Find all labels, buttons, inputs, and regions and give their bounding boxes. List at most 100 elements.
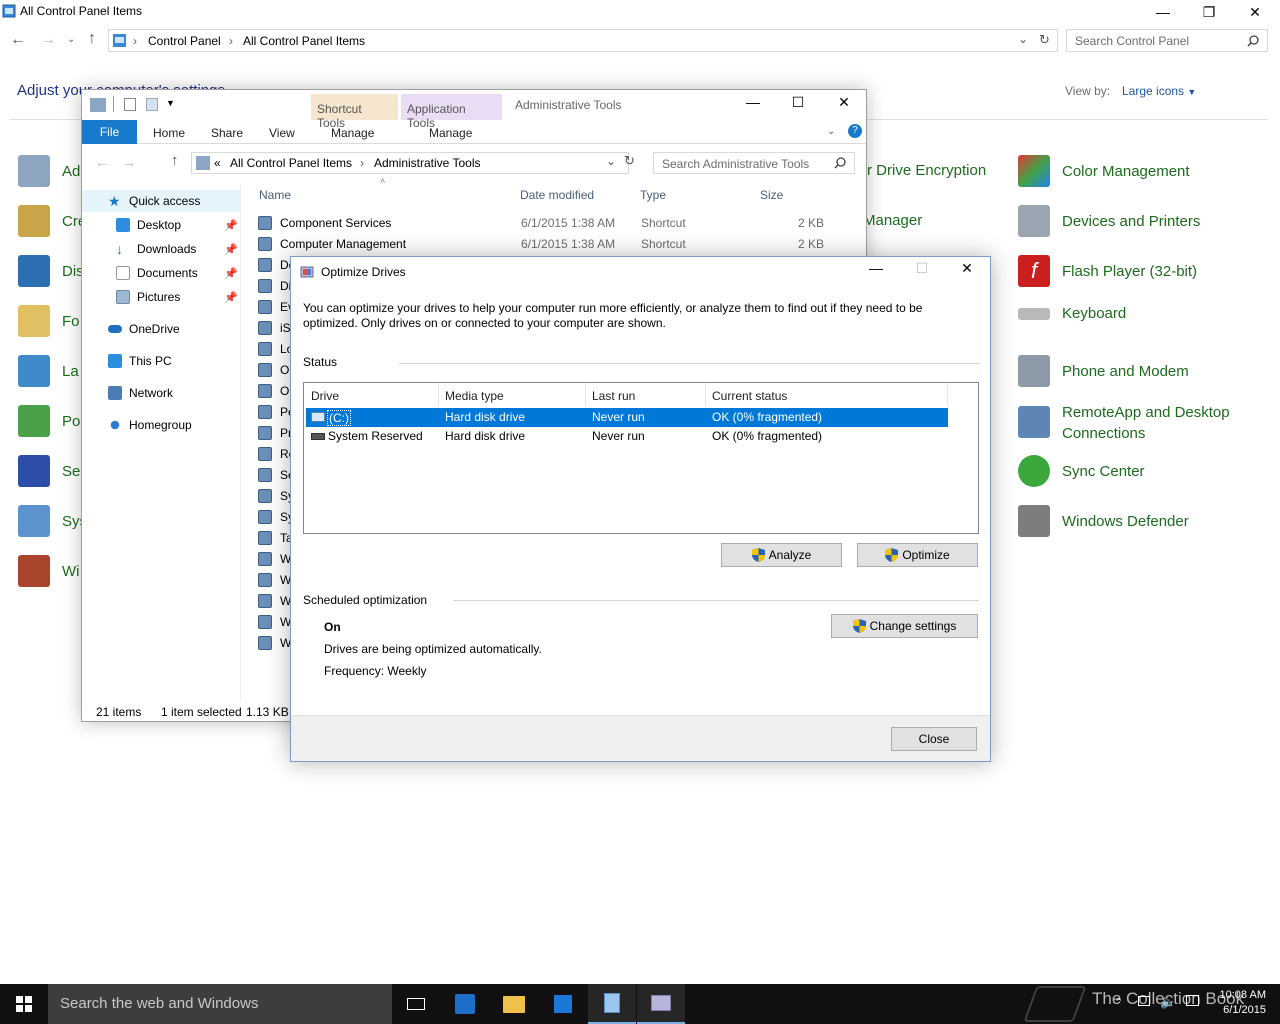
cp-item-keyboard[interactable]: Keyboard	[1018, 305, 1126, 322]
column-header-last-run[interactable]: Last run	[592, 389, 635, 403]
column-header-name[interactable]: Name	[259, 188, 291, 202]
back-arrow-icon[interactable]: ←	[95, 154, 109, 170]
change-settings-button[interactable]: Change settings	[831, 614, 978, 638]
cp-item-flash-player[interactable]: f Flash Player (32-bit)	[1018, 255, 1197, 287]
tab-manage-shortcut[interactable]: Manage	[331, 126, 374, 140]
minimize-button[interactable]: —	[853, 257, 899, 279]
column-separator[interactable]	[705, 383, 706, 406]
help-icon[interactable]: ?	[848, 124, 862, 138]
cp-item-power[interactable]: Po	[18, 405, 80, 437]
cp-item-phone-modem[interactable]: Phone and Modem	[1018, 355, 1189, 387]
nav-desktop[interactable]: Desktop 📌	[82, 214, 240, 236]
file-row[interactable]: Component Services 6/1/2015 1:38 AM Shortc…	[258, 213, 838, 233]
clock[interactable]: 10:08 AM 6/1/2015	[1206, 988, 1266, 1018]
properties-icon[interactable]	[124, 98, 136, 111]
volume-icon[interactable]: 🔈	[1160, 994, 1176, 1010]
close-button[interactable]: ✕	[821, 90, 867, 114]
tab-manage-application[interactable]: Manage	[429, 126, 472, 140]
nav-network[interactable]: Network	[82, 382, 240, 404]
cp-item-system[interactable]: Sys	[18, 505, 87, 537]
nav-quick-access[interactable]: ★ Quick access	[82, 190, 240, 212]
view-by-dropdown[interactable]: Large icons ▼	[1122, 84, 1196, 98]
taskbar-edge[interactable]	[441, 984, 489, 1024]
tab-file[interactable]: File	[82, 120, 137, 144]
close-button[interactable]: ✕	[1232, 0, 1278, 24]
column-header-media-type[interactable]: Media type	[445, 389, 504, 403]
taskbar-file-explorer[interactable]	[490, 984, 538, 1024]
breadcrumb-admin-tools[interactable]: Administrative Tools	[374, 156, 481, 170]
new-folder-icon[interactable]	[146, 98, 158, 111]
maximize-button[interactable]: ☐	[775, 90, 821, 114]
address-bar[interactable]: « All Control Panel Items › Administrati…	[191, 152, 629, 174]
taskbar-store[interactable]	[539, 984, 587, 1024]
cp-item-security[interactable]: Se	[18, 455, 80, 487]
cp-item-language[interactable]: La	[18, 355, 79, 387]
cp-item-remoteapp[interactable]: RemoteApp and Desktop Connections	[1018, 402, 1252, 444]
tab-view[interactable]: View	[269, 126, 295, 140]
refresh-icon[interactable]: ↻	[1039, 32, 1050, 48]
recent-chevron-icon[interactable]: ⌄	[67, 34, 75, 45]
column-header-current-status[interactable]: Current status	[712, 389, 787, 403]
nav-pictures[interactable]: Pictures 📌	[82, 286, 240, 308]
action-center-icon[interactable]	[1186, 995, 1199, 1006]
up-arrow-icon[interactable]: ↑	[171, 152, 179, 169]
close-button[interactable]: ✕	[944, 257, 990, 279]
network-icon[interactable]	[1138, 996, 1150, 1006]
cp-item-firewall[interactable]: Wi	[18, 555, 80, 587]
minimize-button[interactable]: —	[730, 90, 776, 114]
nav-downloads[interactable]: ↓ Downloads 📌	[82, 238, 240, 260]
overflow-chevron-icon[interactable]: «	[214, 156, 221, 170]
back-arrow-icon[interactable]: ←	[10, 31, 26, 49]
forward-arrow-icon[interactable]: →	[122, 154, 136, 170]
column-separator[interactable]	[585, 383, 586, 406]
column-header-type[interactable]: Type	[640, 188, 666, 202]
cp-item-devices-printers[interactable]: Devices and Printers	[1018, 205, 1200, 237]
task-view-button[interactable]	[392, 984, 440, 1024]
analyze-button[interactable]: Analyze	[721, 543, 842, 567]
taskbar-control-panel[interactable]	[588, 984, 636, 1024]
chevron-down-icon[interactable]: ⌄	[606, 154, 616, 168]
breadcrumb-control-panel[interactable]: Control Panel	[148, 34, 221, 48]
nav-homegroup[interactable]: Homegroup	[82, 414, 240, 436]
start-button[interactable]	[0, 984, 48, 1024]
drive-row[interactable]: System Reserved Hard disk drive Never ru…	[306, 427, 948, 446]
ribbon-expand-icon[interactable]: ⌄	[827, 126, 835, 137]
cp-item-windows-defender[interactable]: Windows Defender	[1018, 505, 1189, 537]
cp-item-manager[interactable]: Manager	[863, 212, 922, 229]
file-row[interactable]: Computer Management 6/1/2015 1:38 AM Short…	[258, 234, 838, 254]
breadcrumb-all-items[interactable]: All Control Panel Items	[243, 34, 365, 48]
qat-dropdown-icon[interactable]: ▼	[166, 98, 175, 108]
column-separator[interactable]	[438, 383, 439, 406]
nav-documents[interactable]: Documents 📌	[82, 262, 240, 284]
nav-this-pc[interactable]: This PC	[82, 350, 240, 372]
show-hidden-icons-icon[interactable]: ⌃	[1114, 996, 1123, 1009]
drive-row-selected[interactable]: (C:) Hard disk drive Never run OK (0% fr…	[306, 408, 948, 427]
tab-home[interactable]: Home	[153, 126, 185, 140]
tab-application-tools[interactable]: Application Tools	[401, 94, 502, 130]
pin-icon[interactable]: 📌	[224, 243, 238, 256]
address-bar[interactable]: › Control Panel › All Control Panel Item…	[108, 29, 1058, 52]
cp-item-bitlocker[interactable]: r Drive Encryption	[867, 162, 986, 179]
search-input[interactable]: Search Control Panel	[1066, 29, 1268, 52]
maximize-button[interactable]: ☐	[899, 257, 945, 279]
pin-icon[interactable]: 📌	[224, 219, 238, 232]
cp-item-sync-center[interactable]: Sync Center	[1018, 455, 1145, 487]
pin-icon[interactable]: 📌	[224, 291, 238, 304]
cp-item-fonts[interactable]: Fo	[18, 305, 80, 337]
tab-share[interactable]: Share	[211, 126, 243, 140]
cp-item-color-management[interactable]: Color Management	[1018, 155, 1190, 187]
taskbar-optimize-drives[interactable]	[637, 984, 685, 1024]
column-header-date[interactable]: Date modified	[520, 188, 594, 202]
cp-item-admin[interactable]: Ad	[18, 155, 80, 187]
cp-item-credential[interactable]: Cre	[18, 205, 86, 237]
tab-shortcut-tools[interactable]: Shortcut Tools	[311, 94, 398, 130]
breadcrumb-all-items[interactable]: All Control Panel Items	[230, 156, 352, 170]
pane-splitter[interactable]	[240, 184, 241, 702]
forward-arrow-icon[interactable]: →	[40, 31, 56, 49]
close-dialog-button[interactable]: Close	[891, 727, 977, 751]
minimize-button[interactable]: —	[1140, 0, 1186, 24]
column-header-drive[interactable]: Drive	[311, 389, 339, 403]
column-header-size[interactable]: Size	[760, 188, 783, 202]
restore-button[interactable]: ❐	[1186, 0, 1232, 24]
cp-item-display[interactable]: Dis	[18, 255, 84, 287]
